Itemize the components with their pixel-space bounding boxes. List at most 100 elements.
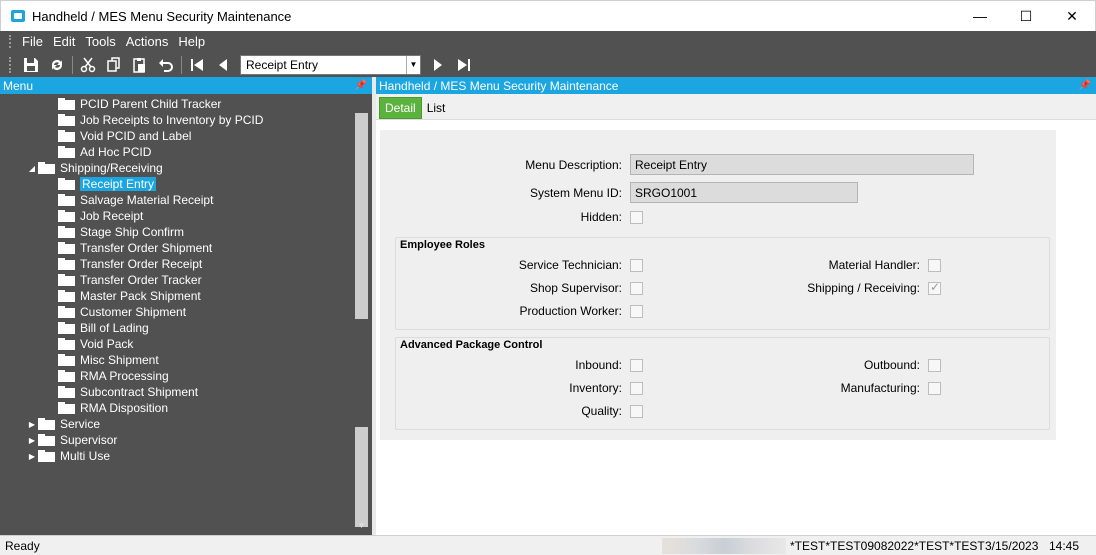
tree-menu-item[interactable]: Master Pack Shipment (0, 288, 352, 304)
collapse-arrow-icon[interactable]: ◢ (26, 164, 38, 173)
tree-menu-item[interactable]: PCID Parent Child Tracker (0, 96, 352, 112)
toolbar-separator (181, 55, 182, 74)
cut-icon[interactable] (75, 54, 101, 76)
tree-item-label[interactable]: Void Pack (80, 337, 133, 351)
tree-item-label[interactable]: Transfer Order Tracker (80, 273, 202, 287)
maximize-button[interactable]: ☐ (1003, 1, 1049, 31)
tree-folder-node[interactable]: ▶ Service (0, 416, 352, 432)
tree-item-label[interactable]: Transfer Order Receipt (80, 257, 202, 271)
expand-arrow-icon[interactable]: ▶ (26, 420, 38, 429)
shop-supervisor-checkbox[interactable] (630, 282, 643, 295)
tree-menu-item[interactable]: Bill of Lading (0, 320, 352, 336)
menu-scrollbar[interactable]: ▼ (353, 96, 370, 535)
tree-item-label[interactable]: Salvage Material Receipt (80, 193, 213, 207)
tree-menu-item[interactable]: Stage Ship Confirm (0, 224, 352, 240)
tree-menu-item[interactable]: Transfer Order Receipt (0, 256, 352, 272)
tree-item-label[interactable]: Subcontract Shipment (80, 385, 198, 399)
tree-menu-item[interactable]: Job Receipt (0, 208, 352, 224)
chevron-down-icon[interactable]: ▼ (406, 55, 420, 74)
tree-item-label[interactable]: RMA Processing (80, 369, 169, 383)
tree-menu-item[interactable]: Void Pack (0, 336, 352, 352)
folder-icon (58, 242, 75, 254)
manufacturing-checkbox[interactable] (928, 382, 941, 395)
menu-tools[interactable]: Tools (80, 34, 120, 49)
first-record-icon[interactable] (184, 54, 210, 76)
inbound-checkbox[interactable] (630, 359, 643, 372)
folder-icon (58, 290, 75, 302)
menu-file[interactable]: File (17, 34, 48, 49)
tree-item-label[interactable]: Misc Shipment (80, 353, 159, 367)
detail-form: Menu Description: Receipt Entry System M… (380, 130, 1056, 440)
tab-list[interactable]: List (422, 97, 451, 119)
tree-menu-item[interactable]: Job Receipts to Inventory by PCID (0, 112, 352, 128)
tree-item-label[interactable]: Multi Use (60, 449, 110, 463)
service-technician-checkbox[interactable] (630, 259, 643, 272)
menu-edit[interactable]: Edit (48, 34, 80, 49)
shipping-receiving-checkbox[interactable] (928, 280, 941, 295)
tree-item-label[interactable]: Stage Ship Confirm (80, 225, 184, 239)
tree-item-label[interactable]: Shipping/Receiving (60, 161, 163, 175)
undo-icon[interactable] (153, 54, 179, 76)
refresh-icon[interactable] (44, 54, 70, 76)
hidden-checkbox[interactable] (630, 211, 643, 224)
scrollbar-thumb-lower[interactable] (355, 427, 368, 527)
outbound-checkbox[interactable] (928, 359, 941, 372)
pin-icon[interactable]: 📌 (355, 80, 367, 91)
tree-menu-item[interactable]: Ad Hoc PCID (0, 144, 352, 160)
tree-item-label[interactable]: Job Receipts to Inventory by PCID (80, 113, 263, 127)
tree-menu-item[interactable]: Salvage Material Receipt (0, 192, 352, 208)
tree-menu-item[interactable]: RMA Disposition (0, 400, 352, 416)
menu-help[interactable]: Help (173, 34, 210, 49)
next-record-icon[interactable] (425, 54, 451, 76)
save-icon[interactable] (18, 54, 44, 76)
copy-icon[interactable] (101, 54, 127, 76)
tree-item-label[interactable]: PCID Parent Child Tracker (80, 97, 221, 111)
tree-menu-item[interactable]: Void PCID and Label (0, 128, 352, 144)
tree-item-label[interactable]: Service (60, 417, 100, 431)
tree-menu-item[interactable]: RMA Processing (0, 368, 352, 384)
tree-folder-node[interactable]: ▶ Multi Use (0, 448, 352, 464)
tree-item-label[interactable]: Void PCID and Label (80, 129, 191, 143)
tree-item-label[interactable]: Transfer Order Shipment (80, 241, 212, 255)
tree-item-label[interactable]: Supervisor (60, 433, 117, 447)
tree-folder-node[interactable]: ▶ Supervisor (0, 432, 352, 448)
expand-arrow-icon[interactable]: ▶ (26, 436, 38, 445)
tree-folder-node[interactable]: ◢ Shipping/Receiving (0, 160, 352, 176)
tree-menu-item[interactable]: Receipt Entry (0, 176, 352, 192)
minimize-button[interactable]: — (957, 1, 1003, 31)
paste-icon[interactable] (127, 54, 153, 76)
previous-record-icon[interactable] (210, 54, 236, 76)
close-button[interactable]: ✕ (1049, 1, 1095, 31)
expand-arrow-icon[interactable]: ▶ (26, 452, 38, 461)
tree-menu-item[interactable]: Customer Shipment (0, 304, 352, 320)
tree-item-label[interactable]: RMA Disposition (80, 401, 168, 415)
inventory-checkbox[interactable] (630, 382, 643, 395)
tab-detail[interactable]: Detail (379, 97, 422, 119)
pin-icon[interactable]: 📌 (1079, 80, 1091, 91)
status-bar: Ready *TEST*TEST09082022*TEST*TEST 3/15/… (0, 535, 1096, 555)
record-combo[interactable]: Receipt Entry ▼ (240, 54, 421, 75)
menu-panel-header: Menu 📌 (0, 77, 372, 94)
production-worker-checkbox[interactable] (630, 305, 643, 318)
tree-item-label[interactable]: Customer Shipment (80, 305, 186, 319)
record-combo-value[interactable]: Receipt Entry (241, 58, 406, 72)
tree-item-label[interactable]: Job Receipt (80, 209, 143, 223)
quality-checkbox[interactable] (630, 405, 643, 418)
app-icon (11, 10, 25, 22)
tree-menu-item[interactable]: Transfer Order Shipment (0, 240, 352, 256)
system-menu-id-field[interactable]: SRGO1001 (630, 182, 858, 203)
scroll-down-icon[interactable]: ▼ (353, 518, 370, 533)
menu-description-field[interactable]: Receipt Entry (630, 154, 974, 175)
tree-menu-item[interactable]: Subcontract Shipment (0, 384, 352, 400)
material-handler-checkbox[interactable] (928, 259, 941, 272)
last-record-icon[interactable] (451, 54, 477, 76)
tree-item-label[interactable]: Receipt Entry (80, 177, 157, 191)
window-title: Handheld / MES Menu Security Maintenance (32, 8, 292, 24)
menu-actions[interactable]: Actions (121, 34, 174, 49)
tree-item-label[interactable]: Master Pack Shipment (80, 289, 201, 303)
scrollbar-thumb[interactable] (355, 113, 368, 319)
tree-menu-item[interactable]: Transfer Order Tracker (0, 272, 352, 288)
tree-menu-item[interactable]: Misc Shipment (0, 352, 352, 368)
tree-item-label[interactable]: Ad Hoc PCID (80, 145, 151, 159)
tree-item-label[interactable]: Bill of Lading (80, 321, 149, 335)
